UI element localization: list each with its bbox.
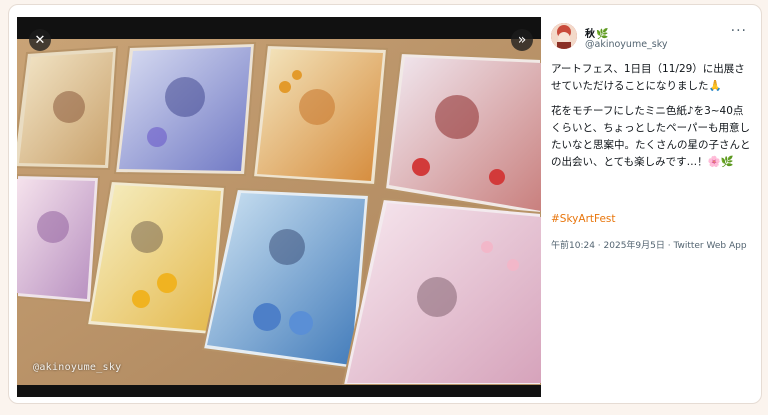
hashtag-link[interactable]: #SkyArtFest	[551, 213, 616, 225]
close-icon[interactable]: ✕	[29, 29, 51, 51]
post-card: ✕ » @akinoyume_sky 秋🌿 @akinoyume_sky ···…	[8, 4, 762, 404]
more-horizontal-icon[interactable]: ···	[731, 23, 747, 39]
image-viewer[interactable]: ✕ » @akinoyume_sky	[17, 17, 541, 397]
avatar[interactable]	[551, 23, 577, 49]
avatar-image	[551, 23, 577, 49]
artwork-photo	[17, 17, 541, 397]
image-watermark: @akinoyume_sky	[33, 362, 122, 373]
author-handle[interactable]: @akinoyume_sky	[585, 39, 668, 50]
post-paragraph-1: アートフェス、1日目（11/29）に出展させていただけることになりました🙏	[551, 63, 745, 92]
double-chevron-right-icon[interactable]: »	[511, 29, 533, 51]
post-timestamp[interactable]: 午前10:24 · 2025年9月5日 · Twitter Web App	[551, 239, 751, 253]
post-sidebar: 秋🌿 @akinoyume_sky ··· アートフェス、1日目（11/29）に…	[545, 17, 755, 397]
author-name[interactable]: 秋🌿	[585, 25, 608, 40]
post-paragraph-2: 花をモチーフにしたミニ色紙♪を3~40点くらいと、ちょっとしたペーパーも用意した…	[551, 105, 751, 168]
post-text: アートフェス、1日目（11/29）に出展させていただけることになりました🙏 花を…	[551, 61, 753, 179]
